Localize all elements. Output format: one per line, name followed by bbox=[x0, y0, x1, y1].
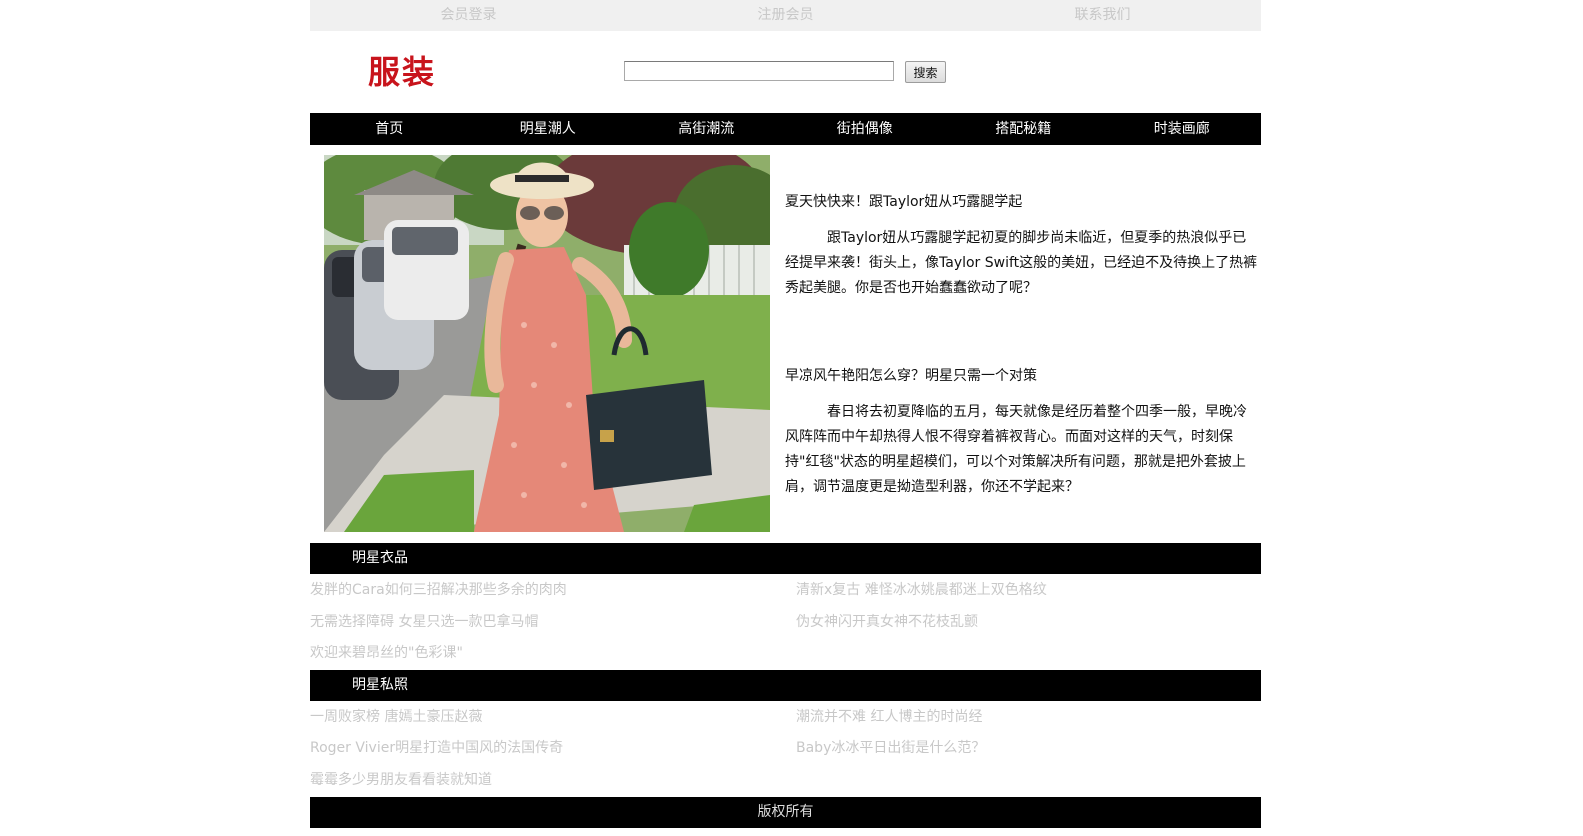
list-item-link[interactable]: 一周败家榜 唐嫣土豪压赵薇 bbox=[310, 707, 482, 727]
list-item-link[interactable]: 发胖的Cara如何三招解决那些多余的肉肉 bbox=[310, 580, 567, 600]
main-nav: 首页 明星潮人 高街潮流 街拍偶像 搭配秘籍 时装画廊 bbox=[310, 113, 1261, 145]
nav-item-home[interactable]: 首页 bbox=[310, 113, 469, 145]
nav-item-high-street[interactable]: 高街潮流 bbox=[627, 113, 786, 145]
list-item-link[interactable]: 无需选择障碍 女星只选一款巴拿马帽 bbox=[310, 612, 538, 632]
article-1: 夏天快快来！跟Taylor妞从巧露腿学起 跟Taylor妞从巧露腿学起初夏的脚步… bbox=[785, 192, 1259, 301]
list-item-link[interactable]: 欢迎来碧昂丝的"色彩课" bbox=[310, 643, 463, 663]
section-title: 明星私照 bbox=[352, 677, 408, 693]
member-login-link[interactable]: 会员登录 bbox=[310, 0, 627, 31]
article-body: 跟Taylor妞从巧露腿学起初夏的脚步尚未临近，但夏季的热浪似乎已经提早来袭！街… bbox=[785, 230, 1258, 296]
list-item-link[interactable]: Roger Vivier明星打造中国风的法国传奇 bbox=[310, 738, 563, 758]
nav-item-street-snap[interactable]: 街拍偶像 bbox=[786, 113, 945, 145]
nav-item-fashion-gallery[interactable]: 时装画廊 bbox=[1103, 113, 1262, 145]
section-header-celebrity-outfits: 明星衣品 bbox=[310, 543, 1261, 574]
search-button[interactable]: 搜索 bbox=[905, 61, 946, 83]
list-item-link[interactable]: 潮流并不难 红人博主的时尚经 bbox=[796, 707, 982, 727]
list-item-link[interactable]: Baby冰冰平日出街是什么范？ bbox=[796, 738, 985, 758]
nav-item-celebrities[interactable]: 明星潮人 bbox=[469, 113, 628, 145]
hero-photo[interactable] bbox=[324, 155, 770, 532]
top-bar: 会员登录 注册会员 联系我们 bbox=[310, 0, 1261, 31]
footer: 版权所有 bbox=[310, 797, 1261, 828]
search-input[interactable] bbox=[624, 61, 894, 81]
site-logo[interactable]: 服装 bbox=[368, 50, 436, 94]
section-title: 明星衣品 bbox=[352, 550, 408, 566]
article-title[interactable]: 早凉风午艳阳怎么穿？明星只需一个对策 bbox=[785, 366, 1259, 386]
list-item-link[interactable]: 霉霉多少男朋友看看装就知道 bbox=[310, 770, 492, 790]
register-link[interactable]: 注册会员 bbox=[627, 0, 944, 31]
list-item-link[interactable]: 伪女神闪开真女神不花枝乱颤 bbox=[796, 612, 978, 632]
list-item-link[interactable]: 清新x复古 难怪冰冰姚晨都迷上双色格纹 bbox=[796, 580, 1047, 600]
article-2: 早凉风午艳阳怎么穿？明星只需一个对策 春日将去初夏降临的五月，每天就像是经历着整… bbox=[785, 366, 1259, 500]
copyright-text: 版权所有 bbox=[757, 804, 814, 820]
page-container: 会员登录 注册会员 联系我们 服装 搜索 首页 明星潮人 高街潮流 街拍偶像 搭… bbox=[310, 0, 1261, 836]
article-body: 春日将去初夏降临的五月，每天就像是经历着整个四季一般，早晚冷风阵阵而中午却热得人… bbox=[785, 404, 1247, 495]
nav-item-styling-tips[interactable]: 搭配秘籍 bbox=[944, 113, 1103, 145]
article-title[interactable]: 夏天快快来！跟Taylor妞从巧露腿学起 bbox=[785, 192, 1259, 212]
contact-link[interactable]: 联系我们 bbox=[944, 0, 1261, 31]
section-header-celebrity-photos: 明星私照 bbox=[310, 670, 1261, 701]
